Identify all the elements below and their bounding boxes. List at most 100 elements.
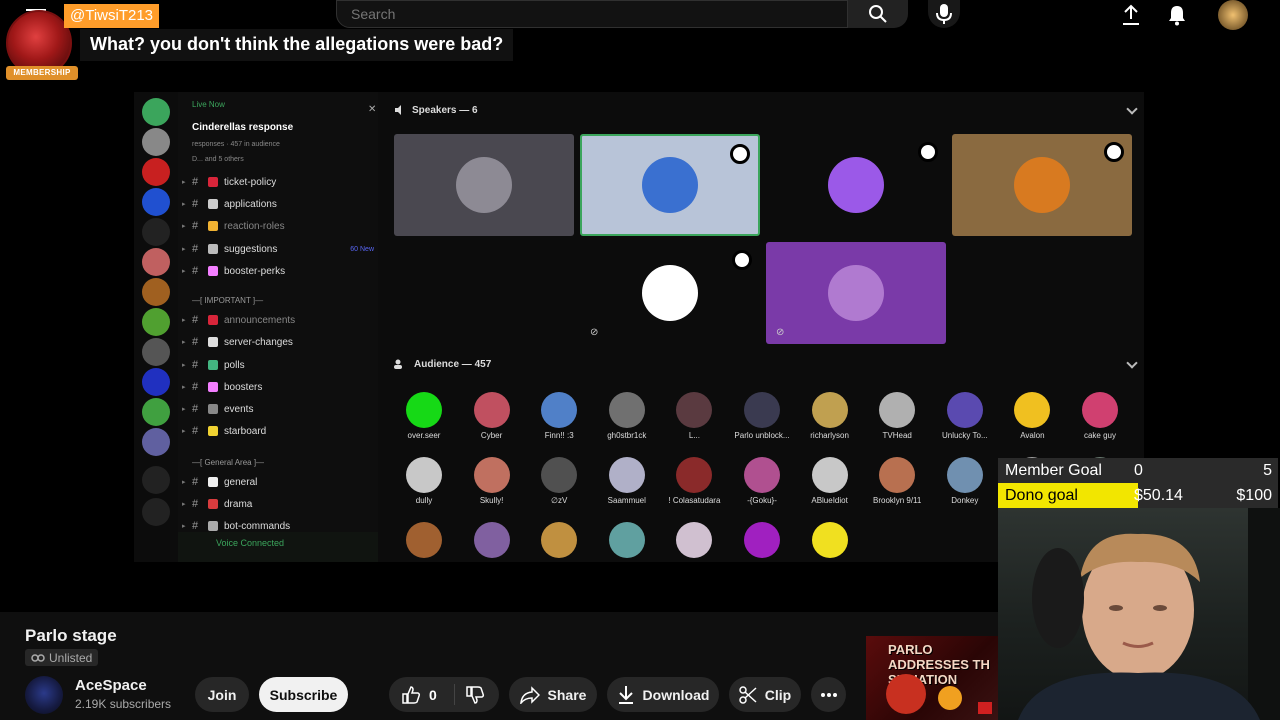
channel-emoji-icon (208, 477, 218, 487)
share-button[interactable]: Share (509, 677, 597, 712)
audience-member[interactable]: TVHead (865, 392, 929, 452)
speaker-tile[interactable] (766, 134, 946, 236)
audience-member[interactable] (392, 522, 456, 582)
voice-search-button[interactable] (928, 0, 960, 28)
dislike-button[interactable] (465, 685, 485, 710)
speaker-tile[interactable] (952, 134, 1132, 236)
audience-avatar (744, 457, 780, 493)
promo-thumbnail[interactable]: PARLO ADDRESSES TH SITUATION (866, 636, 998, 720)
search-button[interactable] (848, 0, 908, 28)
search-box[interactable] (336, 0, 848, 28)
speaker-tile[interactable]: ⊘ (580, 242, 760, 344)
audience-member[interactable] (460, 522, 524, 582)
audience-avatar (879, 392, 916, 428)
like-button[interactable]: 0 (401, 685, 437, 705)
server-icon[interactable] (142, 128, 170, 156)
channel-general[interactable]: ▸ # general (182, 472, 374, 492)
audience-member[interactable]: -{Goku}- (730, 457, 794, 517)
audience-member[interactable] (730, 522, 794, 582)
more-actions-button[interactable] (811, 677, 846, 712)
explore-button[interactable] (142, 498, 170, 526)
audience-member[interactable]: Skully! (460, 457, 524, 517)
chevron-down-icon[interactable] (1126, 103, 1138, 115)
channel-applications[interactable]: ▸ # applications (182, 194, 374, 214)
audience-member[interactable]: ABlueIdiot (798, 457, 862, 517)
notifications-button[interactable] (1164, 2, 1190, 28)
audience-avatar (406, 522, 442, 558)
audience-member[interactable]: cake guy (1068, 392, 1132, 452)
audience-member[interactable]: Finn!! :3 (527, 392, 591, 452)
audience-member[interactable]: Donkey (933, 457, 997, 517)
category-important[interactable]: —[ IMPORTANT ]— (192, 296, 263, 305)
audience-name: gh0stbr1ck (607, 431, 647, 440)
download-button[interactable]: Download (607, 677, 719, 712)
audience-member[interactable]: Unlucky To... (933, 392, 997, 452)
channel-booster-perks[interactable]: ▸ # booster-perks (182, 261, 374, 281)
audience-member[interactable]: over.seer (392, 392, 456, 452)
server-icon[interactable] (142, 338, 170, 366)
audience-member[interactable]: Cyber (460, 392, 524, 452)
channel-avatar[interactable] (25, 676, 63, 714)
channel-events[interactable]: ▸ # events (182, 399, 374, 419)
audience-member[interactable]: Avalon (1000, 392, 1064, 452)
search-input[interactable] (337, 1, 847, 27)
channel-name[interactable]: AceSpace (75, 677, 147, 694)
audience-member[interactable]: Parlo unblock... (730, 392, 794, 452)
category-general[interactable]: —[ General Area ]— (192, 458, 264, 467)
channel-drama[interactable]: ▸ # drama (182, 494, 374, 514)
close-icon[interactable]: ✕ (368, 104, 376, 115)
channel-polls[interactable]: ▸ # polls (182, 355, 374, 375)
channel-announcements[interactable]: ▸ # announcements (182, 310, 374, 330)
join-button[interactable]: Join (195, 677, 249, 712)
channel-boosters[interactable]: ▸ # boosters (182, 377, 374, 397)
audience-member[interactable] (527, 522, 591, 582)
audience-member[interactable] (595, 522, 659, 582)
speaker-tile[interactable] (394, 134, 574, 236)
server-icon[interactable] (142, 278, 170, 306)
audience-member[interactable]: gh0stbr1ck (595, 392, 659, 452)
channel-label: suggestions (224, 243, 278, 255)
server-icon[interactable] (142, 98, 170, 126)
audience-member[interactable] (662, 522, 726, 582)
server-icon[interactable] (142, 398, 170, 426)
server-icon[interactable] (142, 218, 170, 246)
goal-overlay: Member Goal 0 5 Dono goal $50.14 $100 (998, 458, 1278, 508)
speaker-tile[interactable] (580, 134, 760, 236)
audience-member[interactable]: Saammuel (595, 457, 659, 517)
channel-server-changes[interactable]: ▸ # server-changes (182, 332, 374, 352)
audience-heading[interactable]: Audience — 457 (394, 355, 491, 373)
hash-icon: # (192, 476, 199, 488)
audience-member[interactable] (798, 522, 862, 582)
clip-button[interactable]: Clip (729, 677, 801, 712)
audience-member[interactable]: ! Colasatudara (662, 457, 726, 517)
audience-member[interactable]: Brooklyn 9/11 (865, 457, 929, 517)
live-title: Cinderellas response (192, 122, 294, 133)
server-icon[interactable] (142, 368, 170, 396)
server-icon[interactable] (142, 248, 170, 276)
speakers-heading[interactable]: Speakers — 6 (394, 101, 478, 119)
channel-suggestions[interactable]: ▸ # suggestions 60 New (182, 239, 374, 259)
audience-member[interactable]: richarlyson (798, 392, 862, 452)
add-server-button[interactable] (142, 466, 170, 494)
create-button[interactable] (1118, 2, 1144, 28)
channel-emoji-icon (208, 266, 218, 276)
server-icon[interactable] (142, 158, 170, 186)
chevron-down-icon[interactable] (1126, 357, 1138, 369)
channel-starboard[interactable]: ▸ # starboard (182, 421, 374, 441)
audience-avatar (676, 392, 713, 428)
channel-emoji-icon (208, 337, 218, 347)
audience-member[interactable]: ∅zV (527, 457, 591, 517)
account-avatar[interactable] (1218, 0, 1248, 30)
server-icon[interactable] (142, 308, 170, 336)
speaker-tile[interactable]: ⊘ (766, 242, 946, 344)
subscribe-button[interactable]: Subscribe (259, 677, 348, 712)
channel-label: polls (224, 359, 245, 371)
audience-member[interactable]: L... (662, 392, 726, 452)
channel-reaction-roles[interactable]: ▸ # reaction-roles (182, 216, 374, 236)
audience-member[interactable]: dully (392, 457, 456, 517)
server-icon[interactable] (142, 428, 170, 456)
hash-icon: # (192, 220, 199, 232)
channel-ticket-policy[interactable]: ▸ # ticket-policy (182, 172, 374, 192)
live-stage-card[interactable]: Live Now Cinderellas response responses … (188, 98, 378, 168)
server-icon[interactable] (142, 188, 170, 216)
